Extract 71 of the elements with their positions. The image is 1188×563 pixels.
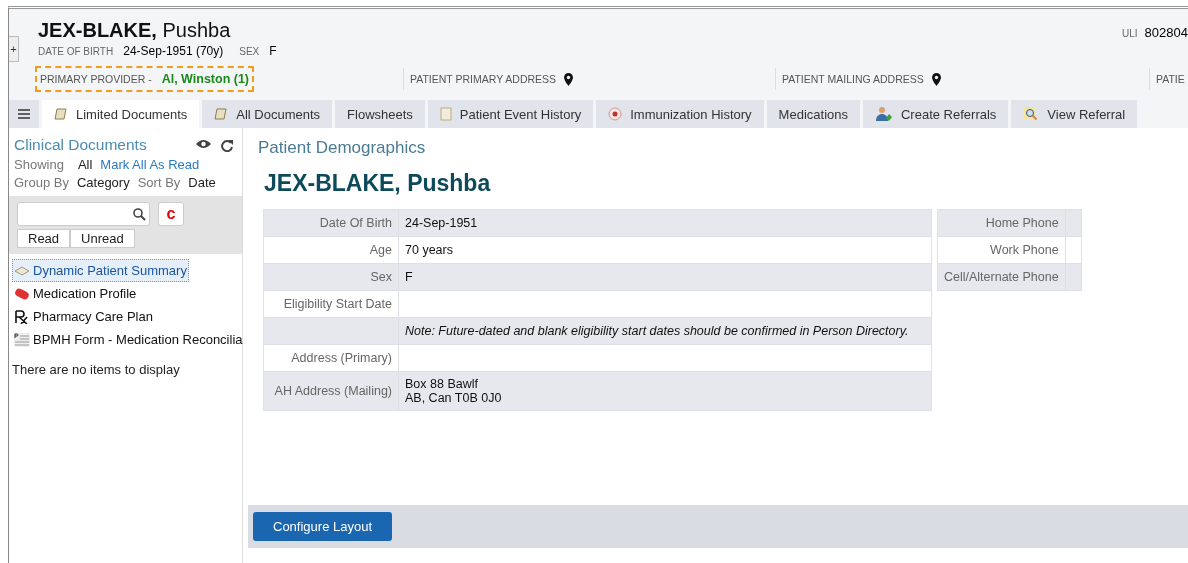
document-item[interactable]: BPMH Form - Medication Reconcilia (12, 328, 245, 351)
field-label: Age (263, 236, 399, 264)
field-label: Cell/Alternate Phone (937, 263, 1066, 291)
scroll-icon (214, 107, 229, 121)
patient-heading: JEX-BLAKE, Pushba (264, 170, 492, 197)
menu-button[interactable] (9, 100, 39, 128)
tab[interactable]: Patient Event History (427, 100, 594, 128)
document-icon (14, 265, 30, 276)
sex-value: F (269, 44, 277, 58)
document-item[interactable]: Pharmacy Care Plan (12, 305, 155, 328)
field-value: F (398, 263, 932, 291)
tab[interactable]: Limited Documents (42, 100, 200, 128)
showing-value[interactable]: All (77, 157, 93, 172)
expand-button[interactable]: + (9, 36, 19, 62)
magnifier-icon (1023, 106, 1040, 122)
group-by-value[interactable]: Category (76, 175, 130, 190)
field-label: Sex (263, 263, 399, 291)
primary-provider-field[interactable]: PRIMARY PROVIDER - Al, Winston (1) (35, 66, 255, 92)
tab[interactable]: Flowsheets (335, 100, 425, 128)
dob-value: 24-Sep-1951 (70y) (123, 44, 224, 58)
section-title: Patient Demographics (257, 138, 427, 158)
address-label: PATIENT MAILING ADDRESS (782, 73, 924, 85)
sort-by-label: Sort By (137, 175, 181, 190)
uli-label: ULI (1122, 28, 1138, 39)
group-by-label: Group By (14, 175, 69, 190)
field-label: AH Address (Mailing) (263, 371, 399, 411)
mark-all-read-link[interactable]: Mark All As Read (100, 157, 200, 172)
configure-layout-button[interactable]: Configure Layout (253, 512, 392, 541)
badge-icon (608, 107, 623, 121)
field-value: 70 years (398, 236, 932, 264)
field-value: Note: Future-dated and blank eligibility start dates should be confirmed in Person Directory. (398, 317, 932, 345)
info-label: PATIE (1156, 73, 1185, 85)
tab[interactable]: Create Referrals (863, 100, 1009, 128)
field-value: Box 88 Bawlf AB, Can T0B 0J0 (398, 371, 932, 411)
empty-message: There are no items to display (11, 361, 181, 379)
field-label: Address (Primary) (263, 344, 399, 372)
prescription-icon (14, 309, 30, 324)
patient-name: JEX-BLAKE, Pushba (38, 19, 231, 42)
field-label: Date Of Birth (263, 209, 399, 237)
tab[interactable]: All Documents (202, 100, 333, 128)
location-pin-icon (931, 72, 941, 86)
field-value: 24-Sep-1951 (398, 209, 932, 237)
refresh-icon[interactable] (221, 138, 233, 152)
tab[interactable]: Immunization History (596, 100, 764, 128)
showing-label: Showing (14, 157, 64, 172)
uli-value: 802804 (1144, 25, 1188, 40)
scroll-icon (54, 107, 68, 121)
tab[interactable]: View Referral (1011, 100, 1138, 128)
sort-by-value[interactable]: Date (188, 175, 216, 190)
page-icon (439, 107, 452, 121)
eye-icon[interactable] (196, 138, 211, 149)
filter-button[interactable]: Unread (70, 229, 135, 248)
pill-icon (14, 287, 30, 300)
field-label: Work Phone (937, 236, 1066, 264)
search-field[interactable] (17, 202, 150, 226)
location-pin-icon (564, 72, 574, 86)
person-icon (875, 106, 893, 122)
document-item[interactable]: Dynamic Patient Summary (12, 259, 189, 282)
address-label: PATIENT PRIMARY ADDRESS (410, 73, 557, 85)
field-label: Home Phone (937, 209, 1066, 237)
field-label: Eligibility Start Date (263, 290, 399, 318)
filter-button[interactable]: Read (17, 229, 71, 248)
menu-icon (18, 109, 30, 119)
search-icon (133, 207, 146, 221)
dob-label: DATE OF BIRTH (38, 46, 114, 57)
panel-title: Clinical Documents (14, 136, 147, 154)
form-icon (14, 332, 30, 347)
clear-button[interactable]: c (158, 202, 184, 226)
tab[interactable]: Medications (766, 100, 860, 128)
document-item[interactable]: Medication Profile (12, 282, 139, 305)
sex-label: SEX (239, 46, 260, 57)
